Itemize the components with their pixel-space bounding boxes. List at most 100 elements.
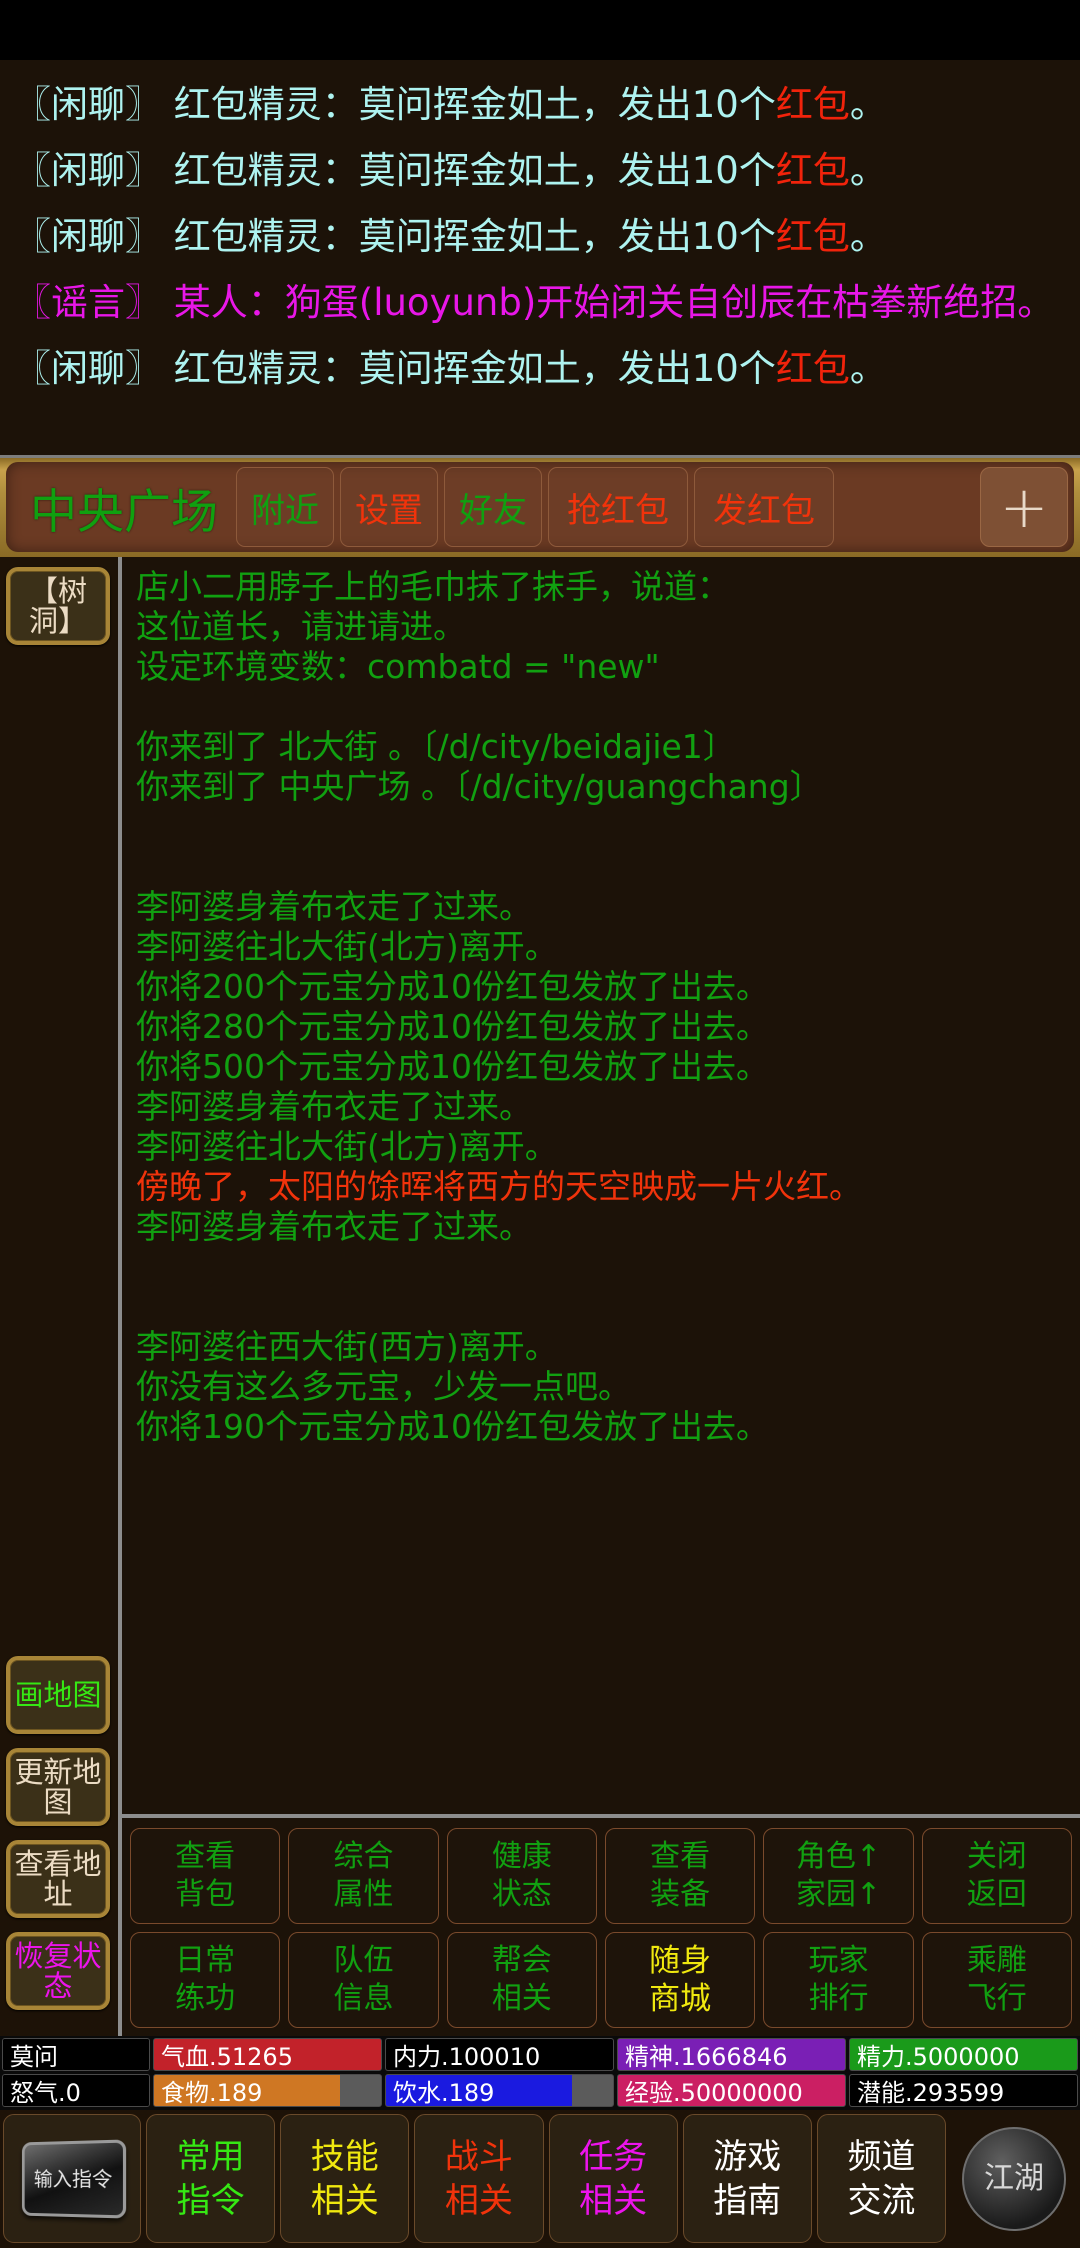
command-line-2: 排行 [808,1981,869,2016]
toolbar-button[interactable]: 频道 交流 [816,2114,947,2243]
chat-body: 红包精灵：莫问挥金如土，发出10个 [162,215,776,258]
command-line-1: 关闭 [966,1839,1027,1874]
game-log-line: 你来到了 中央广场 。〔/d/city/guangchang〕 [136,767,823,806]
command-line-1: 日常 [175,1943,236,1978]
command-button[interactable]: 玩家 排行 [763,1932,914,2028]
status-bar-label: 潜能.293599 [857,2079,1005,2107]
command-line-1: 随身 [649,1943,712,1979]
game-log-line: 傍晚了，太阳的馀晖将西方的天空映成一片火红。 [136,1167,862,1206]
command-line-2: 装备 [650,1877,711,1912]
command-button[interactable]: 随身 商城 [604,1932,756,2028]
command-button[interactable]: 综合 属性 [288,1828,439,1924]
game-log-line: 你将200个元宝分成10份红包发放了出去。 [136,967,769,1006]
toolbar-line-1: 常用 [176,2136,245,2177]
chat-tail: 。 [849,149,887,192]
rail-button[interactable]: 更新地图 [6,1748,110,1826]
game-log-line: 设定环境变数：combatd = "new" [136,647,660,686]
status-bar: 潜能.293599 [849,2074,1078,2107]
toolbar-line-1: 频道 [847,2136,916,2177]
toolbar-line-2: 指令 [176,2180,245,2221]
status-bar: 经验.50000000 [617,2074,846,2107]
command-line-2: 飞行 [966,1981,1027,2016]
command-button[interactable]: 队伍 信息 [288,1932,439,2028]
top-status-strip [0,0,1080,60]
chat-tail: 。 [849,215,887,258]
toolbar-line-2: 相关 [579,2180,648,2221]
command-button[interactable]: 日常 练功 [130,1932,281,2028]
toolbar-button[interactable]: 技能 相关 [280,2114,410,2243]
chat-stream[interactable]: 〖闲聊〗 红包精灵：莫问挥金如土，发出10个红包。 〖闲聊〗 红包精灵：莫问挥金如… [0,60,1080,455]
command-button[interactable]: 查看 装备 [604,1828,756,1924]
chat-channel-tag: 〖谣言〗 [14,281,162,324]
chat-highlight-redpacket[interactable]: 红包 [776,215,850,258]
chat-channel-tag: 〖闲聊〗 [14,83,162,126]
toolbar-line-2: 交流 [847,2180,916,2221]
status-bar-label: 经验.50000000 [625,2079,803,2107]
command-button[interactable]: 查看 背包 [130,1828,281,1924]
toolbar-button[interactable]: 常用 指令 [146,2114,276,2243]
location-navbar: 中央广场 附近 设置 好友 抢红包 发红包 + [6,462,1074,552]
toolbar-line-1: 战斗 [444,2136,513,2177]
nav-button-4[interactable]: 发红包 [694,467,834,547]
toolbar-line-1: 游戏 [713,2136,782,2177]
chat-body: 某人：狗蛋(luoyunb)开始闭关自创辰在枯拳新绝招。 [162,281,1055,324]
command-line-2: 状态 [491,1877,552,1912]
rail-button[interactable]: 【树洞】 [6,567,110,645]
toolbar-button[interactable]: 任务 相关 [548,2114,678,2243]
status-row-primary: 莫问 气血.51265 内力.100010 精神.1666846 精力.5000000 [2,2038,1078,2071]
command-line-1: 角色↑ [795,1839,882,1874]
nav-button-3[interactable]: 抢红包 [548,467,688,547]
status-bars: 莫问 气血.51265 内力.100010 精神.1666846 精力.5000000 … [0,2036,1080,2110]
status-bar: 莫问 [2,2038,150,2071]
status-bar: 气血.51265 [153,2038,382,2071]
game-log-line: 你将500个元宝分成10份红包发放了出去。 [136,1047,769,1086]
command-button[interactable]: 乘雕 飞行 [921,1932,1072,2028]
current-location-title: 中央广场 [30,484,218,540]
nav-button-0[interactable]: 附近 [236,467,334,547]
toolbar-button[interactable]: 战斗 相关 [414,2114,544,2243]
chat-body: 红包精灵：莫问挥金如土，发出10个 [162,149,776,192]
toolbar-line-2: 相关 [444,2180,513,2221]
game-log-scroll[interactable]: 店小二用脖子上的毛巾抹了抹手，说道： 这位道长，请进请进。 设定环境变数：comba… [122,557,1080,1814]
game-log-line: 李阿婆身着布衣走了过来。 [136,1207,532,1246]
chat-highlight-redpacket[interactable]: 红包 [776,149,850,192]
chat-highlight-redpacket[interactable]: 红包 [776,347,850,390]
command-button[interactable]: 关闭 返回 [921,1828,1072,1924]
nav-button-1[interactable]: 设置 [340,467,438,547]
keyboard-icon: 输入指令 [21,2138,127,2219]
rail-button[interactable]: 恢复状态 [6,1932,110,2010]
game-log-blank [136,807,1080,847]
status-bar: 内力.100010 [385,2038,614,2071]
command-button[interactable]: 健康 状态 [446,1828,597,1924]
status-bar-label: 精力.5000000 [857,2043,1020,2071]
command-input-button[interactable]: 输入指令 [3,2114,141,2243]
command-button[interactable]: 帮会 相关 [446,1932,597,2028]
chat-line: 〖闲聊〗 红包精灵：莫问挥金如土，发出10个红包。 [14,204,1066,270]
command-line-1: 查看 [175,1839,236,1874]
status-bar-label: 莫问 [10,2043,58,2071]
command-line-2: 属性 [333,1877,394,1912]
chat-line: 〖闲聊〗 红包精灵：莫问挥金如土，发出10个红包。 [14,72,1066,138]
location-navbar-wrap: 中央广场 附近 设置 好友 抢红包 发红包 + [0,455,1080,557]
chat-highlight-redpacket[interactable]: 红包 [776,83,850,126]
nav-button-2[interactable]: 好友 [444,467,542,547]
game-log-line: 你没有这么多元宝，少发一点吧。 [136,1367,631,1406]
content-column: 店小二用脖子上的毛巾抹了抹手，说道： 这位道长，请进请进。 设定环境变数：comba… [118,557,1080,2036]
chat-line: 〖谣言〗 某人：狗蛋(luoyunb)开始闭关自创辰在枯拳新绝招。 [14,270,1066,336]
game-log-line: 这位道长，请进请进。 [136,607,466,646]
add-button[interactable]: + [980,467,1068,547]
status-bar: 精力.5000000 [849,2038,1078,2071]
toolbar-line-2: 相关 [310,2180,379,2221]
game-log-line: 李阿婆往北大街(北方)离开。 [136,927,558,966]
game-log-line: 李阿婆往西大街(西方)离开。 [136,1327,558,1366]
chat-line: 〖闲聊〗 红包精灵：莫问挥金如土，发出10个红包。 [14,138,1066,204]
status-bar: 食物.189 [153,2074,382,2107]
toolbar-button[interactable]: 游戏 指南 [682,2114,812,2243]
game-log-line: 你来到了 北大街 。〔/d/city/beidajie1〕 [136,727,736,766]
rail-button[interactable]: 画地图 [6,1656,110,1734]
rail-button[interactable]: 查看地址 [6,1840,110,1918]
command-button[interactable]: 角色↑ 家园↑ [763,1828,914,1924]
command-grid: 查看 背包 综合 属性 健康 状态 查看 装备 角色↑ 家园↑ 关闭 返回 日常 练功 队伍 信息 帮会 相关 随身… [122,1814,1080,2036]
command-line-1: 综合 [333,1839,394,1874]
command-line-1: 健康 [491,1839,552,1874]
